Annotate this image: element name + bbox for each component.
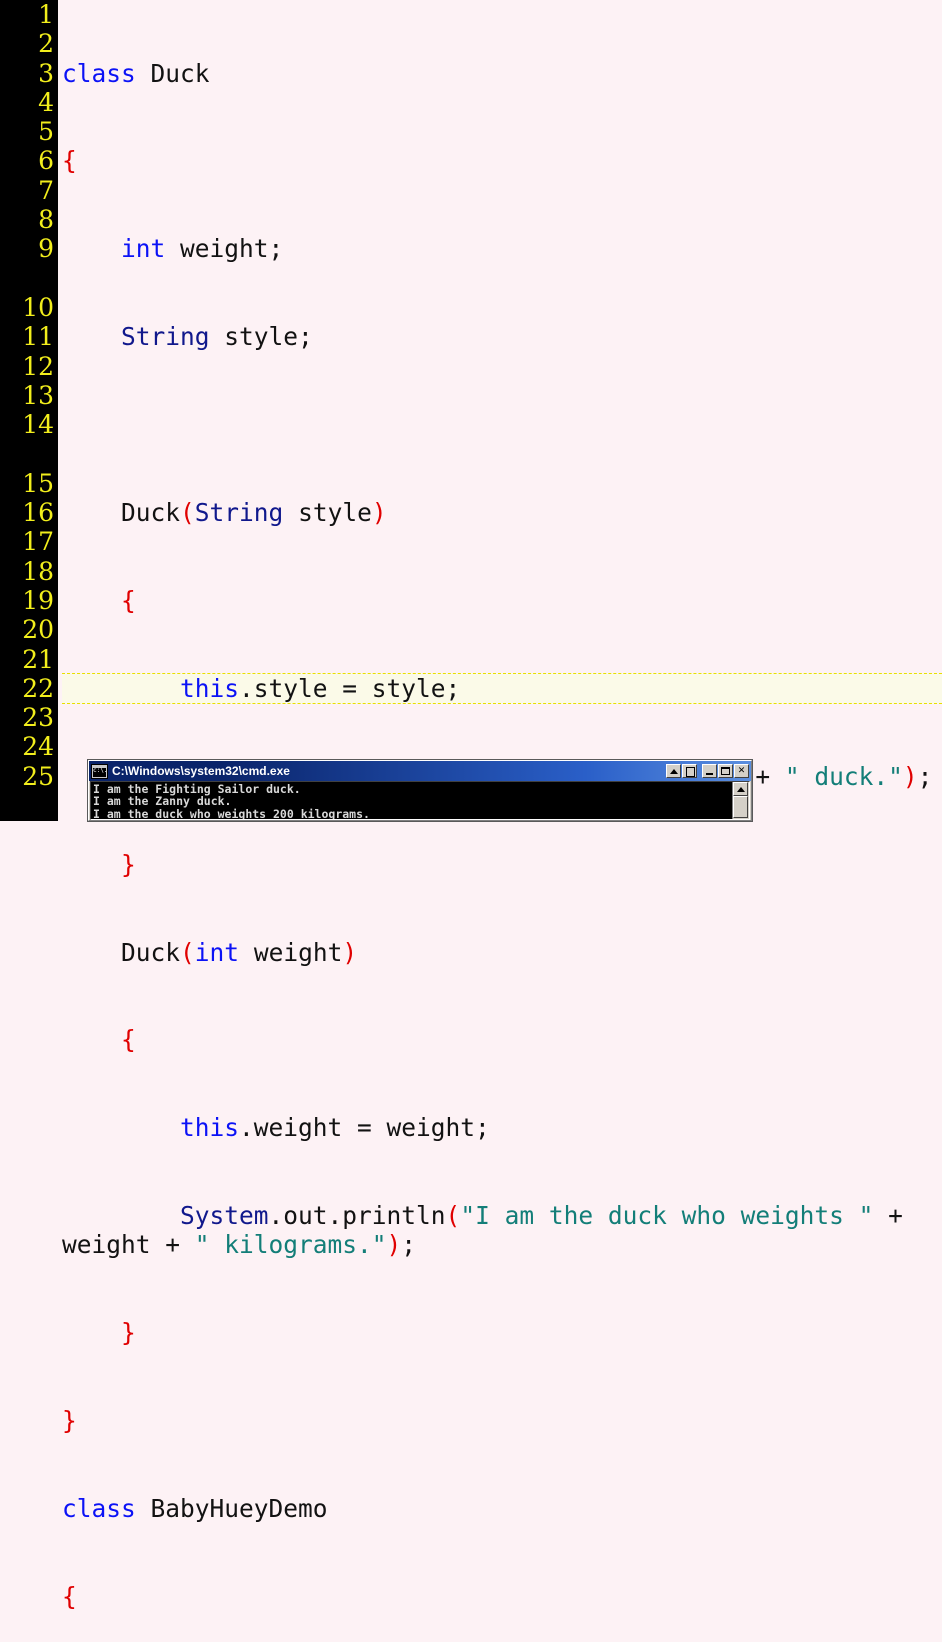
line-number: 8 xyxy=(38,205,54,235)
console-window-title: C:\Windows\system32\cmd.exe xyxy=(112,764,290,778)
line-number: 16 xyxy=(22,498,54,528)
code-line[interactable]: System.out.println("I am the duck who we… xyxy=(62,1201,942,1260)
code-line[interactable]: Duck(int weight) xyxy=(62,938,942,967)
scrollbar-up-arrow-icon[interactable] xyxy=(733,782,748,796)
line-number: 24 xyxy=(22,732,54,762)
scroll-up-icon[interactable] xyxy=(666,764,681,778)
code-line-highlighted[interactable]: this.style = style; xyxy=(62,672,942,705)
console-scrollbar[interactable] xyxy=(732,782,749,819)
line-number: 14 xyxy=(22,410,54,440)
line-number: 23 xyxy=(22,703,54,733)
line-number: 3 xyxy=(38,58,54,88)
line-number-gutter: 1 2 3 4 5 6 7 8 9 10 11 12 13 14 15 16 1… xyxy=(0,0,58,821)
code-line[interactable]: } xyxy=(62,1318,942,1347)
console-output: I am the Fighting Sailor duck. I am the … xyxy=(93,782,370,819)
code-line[interactable]: { xyxy=(62,146,942,175)
code-line[interactable]: this.weight = weight; xyxy=(62,1113,942,1142)
line-number: 21 xyxy=(22,644,54,674)
line-number: 2 xyxy=(38,29,54,59)
minimize-button[interactable] xyxy=(702,764,717,778)
line-number: 6 xyxy=(38,146,54,176)
line-number: 7 xyxy=(38,175,54,205)
line-number: 1 xyxy=(38,0,54,29)
line-number: 15 xyxy=(22,468,54,498)
close-button[interactable]: ✕ xyxy=(734,764,749,778)
code-line[interactable]: class Duck xyxy=(62,59,942,88)
console-title-bar[interactable]: C:\Windows\system32\cmd.exe ✕ xyxy=(89,761,751,781)
line-number: 18 xyxy=(22,556,54,586)
code-line[interactable]: Duck(String style) xyxy=(62,498,942,527)
line-number: 5 xyxy=(38,117,54,147)
line-number: 10 xyxy=(22,292,54,322)
maximize-button[interactable] xyxy=(718,764,733,778)
line-number: 11 xyxy=(22,322,54,352)
line-number: 22 xyxy=(22,673,54,703)
code-line[interactable]: { xyxy=(62,1025,942,1054)
line-number: 19 xyxy=(22,585,54,615)
line-number: 13 xyxy=(22,380,54,410)
line-number: 12 xyxy=(22,351,54,381)
line-number: 20 xyxy=(22,615,54,645)
code-line[interactable]: { xyxy=(62,1582,942,1611)
line-number: 25 xyxy=(22,761,54,791)
line-number: 9 xyxy=(38,234,54,264)
console-body[interactable]: I am the Fighting Sailor duck. I am the … xyxy=(90,781,750,820)
code-line[interactable]: int weight; xyxy=(62,234,942,263)
window-controls: ✕ xyxy=(665,764,749,778)
code-editor: 1 2 3 4 5 6 7 8 9 10 11 12 13 14 15 16 1… xyxy=(0,0,942,1611)
code-line[interactable]: } xyxy=(62,1406,942,1435)
cmd-icon xyxy=(91,763,108,779)
console-window[interactable]: C:\Windows\system32\cmd.exe ✕ I am the F… xyxy=(88,760,752,821)
code-line[interactable]: String style; xyxy=(62,322,942,351)
line-number: 4 xyxy=(38,87,54,117)
code-line[interactable]: } xyxy=(62,850,942,879)
code-area[interactable]: class Duck { int weight; String style; D… xyxy=(62,0,942,1642)
code-line[interactable]: { xyxy=(62,586,942,615)
pin-icon[interactable] xyxy=(682,764,697,778)
scrollbar-thumb[interactable] xyxy=(733,796,748,818)
code-line[interactable]: class BabyHueyDemo xyxy=(62,1494,942,1523)
code-line[interactable] xyxy=(62,410,942,439)
line-number: 17 xyxy=(22,527,54,557)
